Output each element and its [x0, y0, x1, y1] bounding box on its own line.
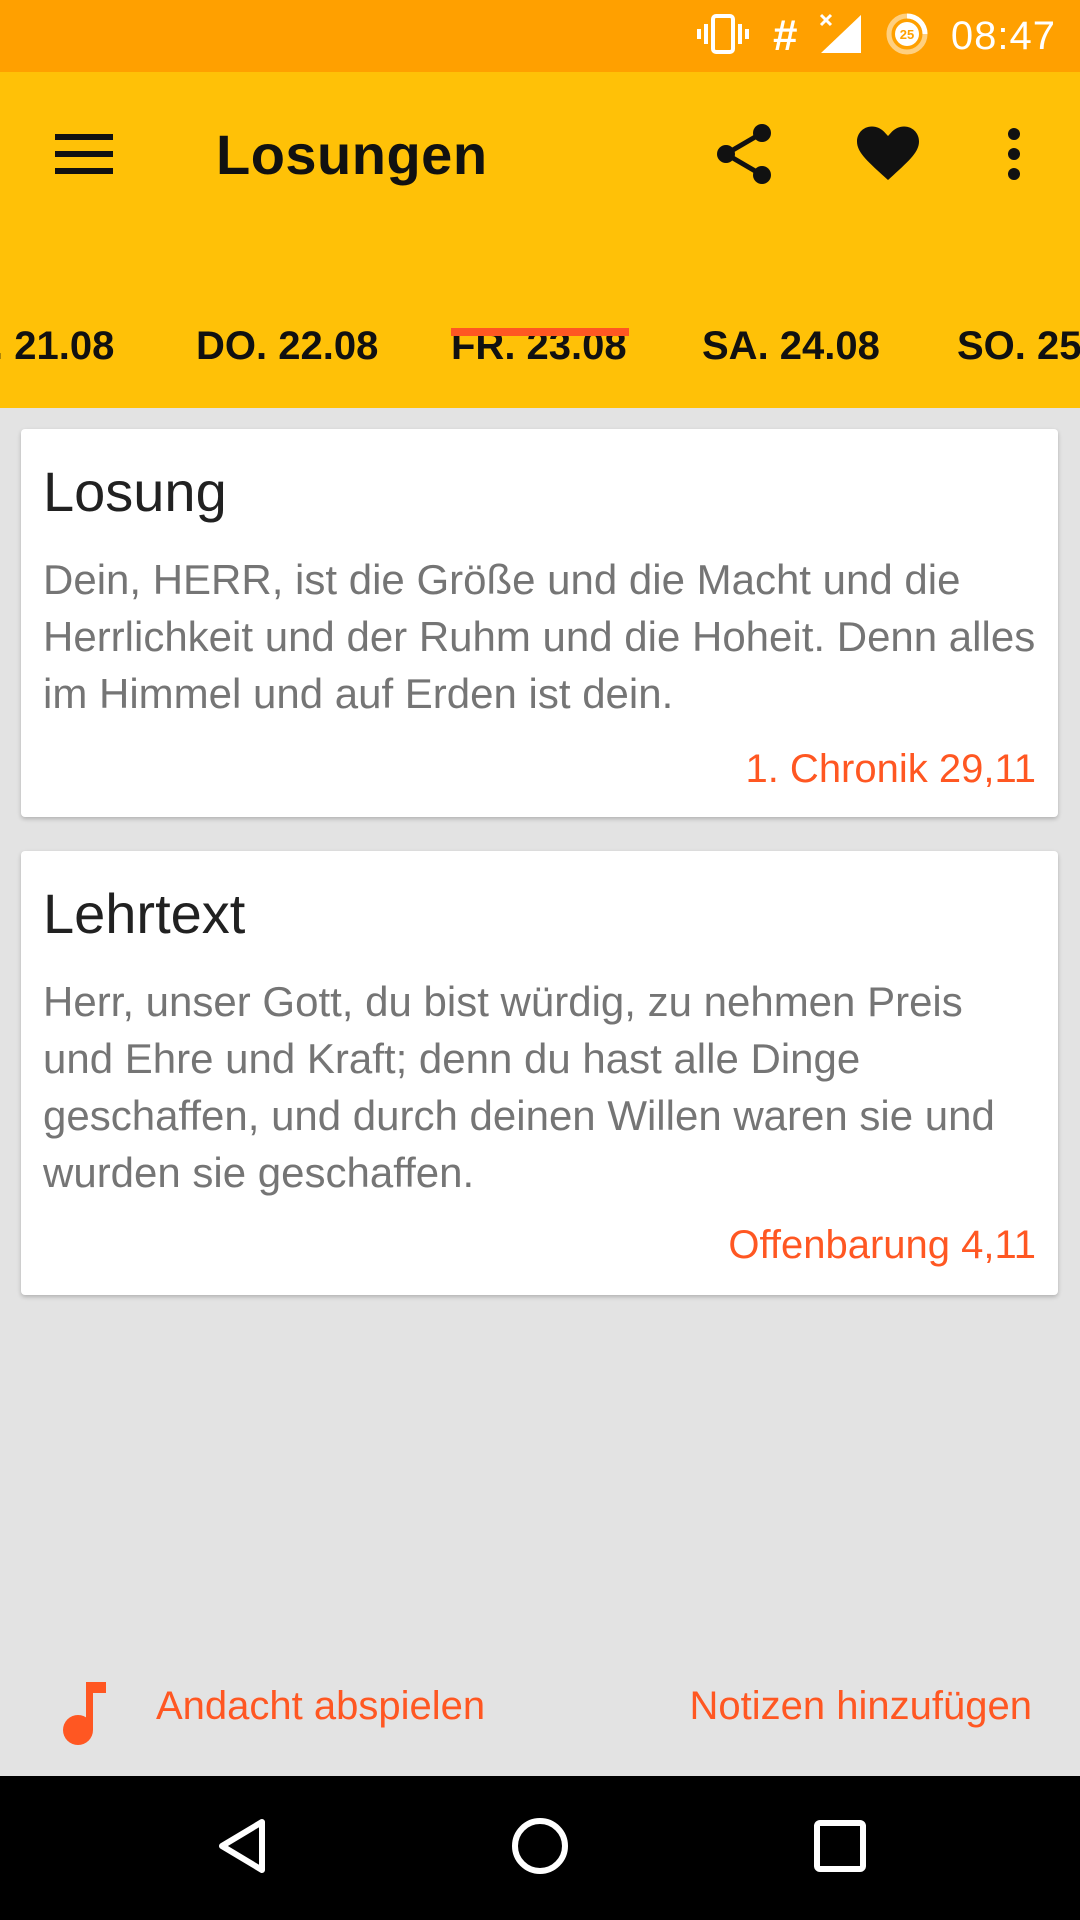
recents-button[interactable] — [800, 1808, 880, 1888]
battery-icon: 25 — [885, 12, 929, 61]
date-tabs: . 21.08 DO. 22.08 FR. 23.08 SA. 24.08 SO… — [0, 292, 1080, 408]
back-triangle-icon — [214, 1816, 270, 1881]
card-text: Herr, unser Gott, du bist würdig, zu neh… — [43, 978, 995, 1196]
menu-icon — [55, 132, 113, 181]
bible-reference-link[interactable]: 1. Chronik 29,11 — [745, 747, 1036, 792]
bible-reference-link[interactable]: Offenbarung 4,11 — [728, 1223, 1036, 1268]
app-bar: Losungen . 21.08 DO. 22.08 FR. 23.08 SA.… — [0, 72, 1080, 408]
card-text: Dein, HERR, ist die Größe und die Macht … — [43, 556, 1036, 717]
play-devotion-button[interactable]: Andacht abspielen — [156, 1684, 485, 1729]
tab-date[interactable]: SO. 25 — [957, 292, 1080, 408]
status-time: 08:47 — [950, 13, 1056, 58]
favorite-button[interactable] — [840, 108, 936, 204]
battery-level: 25 — [900, 27, 914, 42]
status-bar: # 25 08:47 — [0, 0, 1080, 72]
toolbar: Losungen — [0, 72, 1080, 240]
status-icons: # 25 08:47 — [696, 0, 1056, 72]
navigation-bar — [0, 1776, 1080, 1920]
add-notes-button[interactable]: Notizen hinzufügen — [690, 1684, 1032, 1729]
card-title: Losung — [43, 460, 227, 523]
lehrtext-card: Lehrtext Herr, unser Gott, du bist würdi… — [21, 851, 1058, 1295]
tab-indicator — [451, 328, 629, 336]
app-title: Losungen — [216, 123, 488, 186]
heart-icon — [857, 126, 919, 187]
tab-date[interactable]: . 21.08 — [0, 292, 114, 408]
menu-button[interactable] — [36, 108, 132, 204]
back-button[interactable] — [202, 1808, 282, 1888]
home-button[interactable] — [500, 1808, 580, 1888]
vibrate-icon — [696, 13, 750, 59]
tab-date[interactable]: SA. 24.08 — [702, 292, 880, 408]
tab-date-selected[interactable]: FR. 23.08 — [451, 292, 627, 408]
bottom-actions: Andacht abspielen Notizen hinzufügen — [0, 1660, 1080, 1780]
home-circle-icon — [510, 1816, 570, 1881]
card-title: Lehrtext — [43, 882, 246, 945]
recents-square-icon — [813, 1819, 867, 1878]
signal-icon — [819, 13, 863, 60]
music-note-icon[interactable] — [56, 1676, 116, 1748]
more-vert-icon — [1007, 127, 1021, 185]
more-button[interactable] — [966, 108, 1062, 204]
tab-date[interactable]: DO. 22.08 — [196, 292, 378, 408]
hash-icon: # — [772, 11, 797, 60]
share-button[interactable] — [696, 108, 792, 204]
share-icon — [714, 123, 774, 190]
losung-card: Losung Dein, HERR, ist die Größe und die… — [21, 429, 1058, 817]
